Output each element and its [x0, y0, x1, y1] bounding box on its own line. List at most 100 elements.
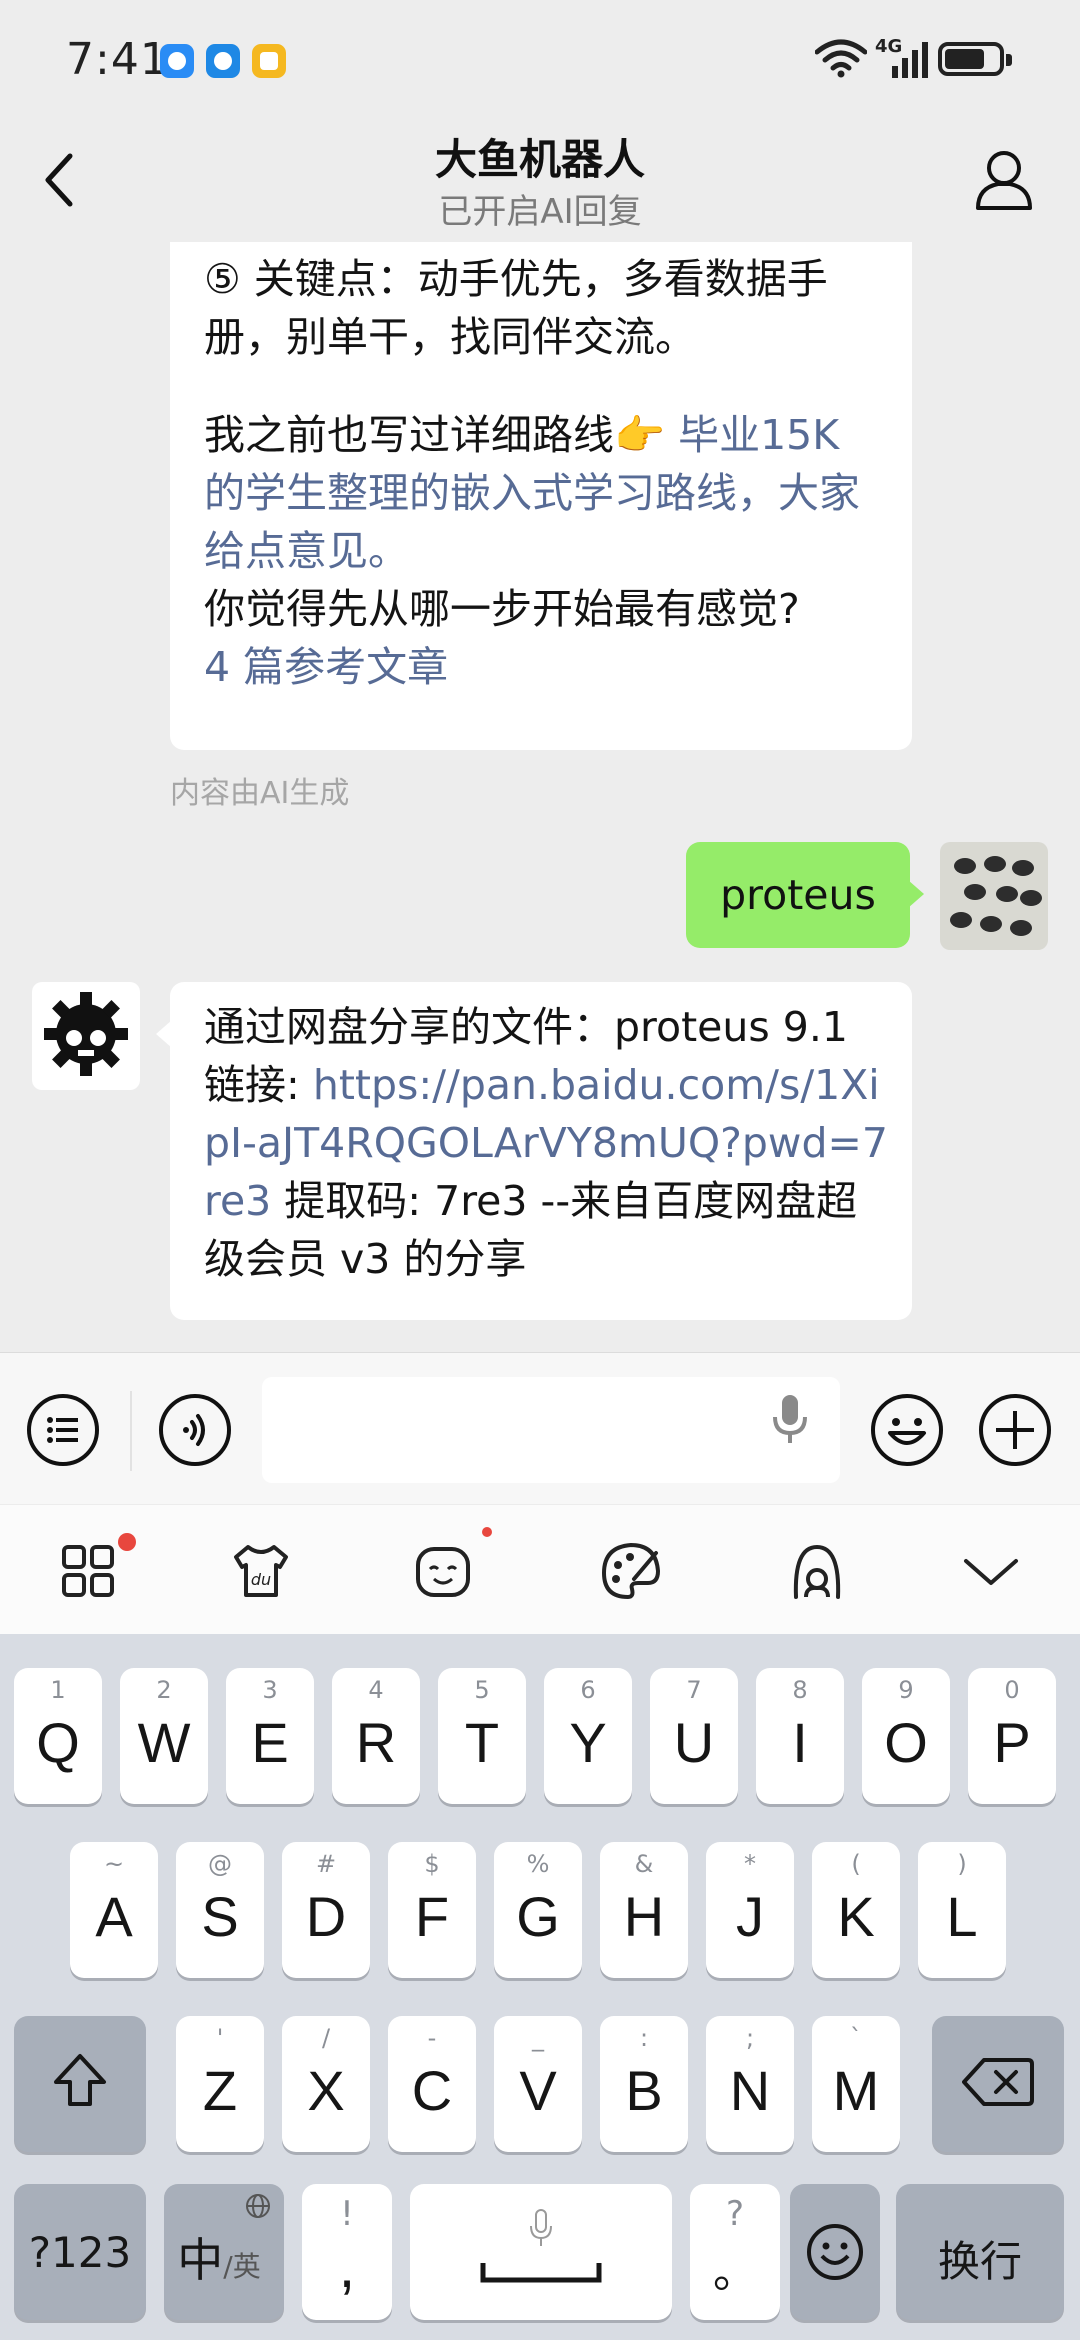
key-hint: & — [634, 1850, 654, 1878]
key-label: V — [519, 2059, 557, 2122]
key-y[interactable]: 6Y — [544, 1668, 632, 1804]
key-hint: ) — [957, 1850, 967, 1878]
key-h[interactable]: & H — [600, 1842, 688, 1978]
user-avatar[interactable] — [940, 842, 1048, 950]
apps-grid-icon[interactable] — [58, 1539, 124, 1605]
globe-icon — [246, 2194, 270, 2218]
key-f[interactable]: $ F — [388, 1842, 476, 1978]
notification-dot — [482, 1527, 492, 1537]
language-switch-key[interactable]: 中/英 — [164, 2184, 284, 2320]
key-a[interactable]: ~ A — [70, 1842, 158, 1978]
key-label: D — [305, 1885, 347, 1948]
voice-input-icon[interactable] — [158, 1393, 232, 1467]
bot-avatar[interactable] — [32, 982, 140, 1090]
skin-shirt-icon[interactable]: du — [228, 1539, 294, 1605]
key-hint: ; — [745, 2024, 755, 2052]
key-label: J — [736, 1885, 764, 1948]
key-hint: ` — [850, 2024, 862, 2052]
key-z[interactable]: ' Z — [176, 2016, 264, 2152]
key-o[interactable]: 9O — [862, 1668, 950, 1804]
emoji-icon[interactable] — [870, 1393, 944, 1467]
key-hint: 5 — [474, 1676, 490, 1704]
backspace-key[interactable] — [932, 2016, 1064, 2152]
space-bar-icon — [480, 2263, 602, 2283]
key-hint: ( — [851, 1850, 861, 1878]
space-key[interactable] — [410, 2184, 672, 2320]
key-label: Z — [202, 2059, 238, 2122]
key-b[interactable]: :B — [600, 2016, 688, 2152]
key-label: R — [355, 1711, 397, 1774]
key-w[interactable]: 2W — [120, 1668, 208, 1804]
key-c[interactable]: -C — [388, 2016, 476, 2152]
key-x[interactable]: / X — [282, 2016, 370, 2152]
key-s[interactable]: @ S — [176, 1842, 264, 1978]
enter-key[interactable]: 换行 — [896, 2184, 1064, 2320]
battery-icon — [938, 42, 1012, 76]
key-t[interactable]: 5T — [438, 1668, 526, 1804]
chat-area[interactable]: ⑤ 关键点：动手优先，多看数据手册，别单干，找同伴交流。 我之前也写过详细路线👉… — [0, 242, 1080, 1352]
key-label: F — [414, 1885, 450, 1948]
key-hint: 9 — [898, 1676, 914, 1704]
message-app-icon — [160, 44, 194, 78]
emoji-sticker-icon[interactable] — [412, 1539, 478, 1605]
key-hint: 7 — [686, 1676, 702, 1704]
key-hint: 6 — [580, 1676, 596, 1704]
handwriting-icon[interactable] — [784, 1539, 850, 1605]
key-label: P — [993, 1711, 1031, 1774]
message-text: ⑤ 关键点：动手优先，多看数据手册，别单干，找同伴交流。 — [204, 255, 828, 361]
microphone-icon[interactable] — [770, 1393, 810, 1447]
key-label: Q — [36, 1711, 80, 1774]
user-message-bubble[interactable]: proteus — [686, 842, 924, 948]
key-q[interactable]: 1Q — [14, 1668, 102, 1804]
period-key[interactable]: ? 。 — [690, 2184, 780, 2320]
key-v[interactable]: _ V — [494, 2016, 582, 2152]
message-input[interactable] — [262, 1377, 840, 1483]
emoji-key[interactable] — [790, 2184, 880, 2320]
menu-list-icon[interactable] — [26, 1393, 100, 1467]
shift-key[interactable] — [14, 2016, 146, 2152]
key-hint: 0 — [1004, 1676, 1020, 1704]
key-g[interactable]: % G — [494, 1842, 582, 1978]
signal-icon — [892, 42, 928, 78]
plus-icon[interactable] — [978, 1393, 1052, 1467]
wifi-icon — [815, 39, 867, 78]
key-label: N — [729, 2059, 771, 2122]
key-n[interactable]: ; N — [706, 2016, 794, 2152]
keyboard-toolbar: du — [0, 1504, 1080, 1634]
key-l[interactable]: ) L — [918, 1842, 1006, 1978]
key-label: L — [946, 1885, 978, 1948]
comma-key[interactable]: ! , — [302, 2184, 392, 2320]
key-d[interactable]: # D — [282, 1842, 370, 1978]
key-r[interactable]: 4R — [332, 1668, 420, 1804]
key-k[interactable]: (K — [812, 1842, 900, 1978]
numeric-key[interactable]: ?123 — [14, 2184, 146, 2320]
key-label: I — [792, 1711, 808, 1774]
palette-icon[interactable] — [598, 1539, 664, 1605]
key-hint: 3 — [262, 1676, 278, 1704]
microphone-icon — [530, 2209, 552, 2246]
bot-message-bubble[interactable]: ⑤ 关键点：动手优先，多看数据手册，别单干，找同伴交流。 我之前也写过详细路线👉… — [170, 242, 912, 750]
key-label: U — [673, 1711, 715, 1774]
profile-icon[interactable] — [972, 146, 1036, 216]
key-label: W — [137, 1711, 191, 1774]
chevron-down-icon[interactable] — [958, 1539, 1024, 1605]
key-hint: ' — [216, 2024, 224, 2052]
key-label: S — [201, 1885, 239, 1948]
key-j[interactable]: * J — [706, 1842, 794, 1978]
key-e[interactable]: 3E — [226, 1668, 314, 1804]
status-bar: 7:41 4G — [0, 0, 1080, 120]
key-hint: : — [639, 2024, 649, 2052]
key-m[interactable]: ` M — [812, 2016, 900, 2152]
key-p[interactable]: 0P — [968, 1668, 1056, 1804]
key-hint: 2 — [156, 1676, 172, 1704]
bot-message-bubble[interactable]: 通过网盘分享的文件：proteus 9.1 链接: https://pan.ba… — [156, 982, 912, 1320]
divider — [130, 1391, 132, 1471]
status-time: 7:41 — [66, 34, 169, 85]
chat-app-icon — [252, 44, 286, 78]
key-u[interactable]: 7U — [650, 1668, 738, 1804]
notification-dot — [118, 1533, 136, 1551]
references-link[interactable]: 4 篇参考文章 — [204, 638, 882, 696]
message-text: 你觉得先从哪一步开始最有感觉? — [204, 585, 800, 633]
key-i[interactable]: 8I — [756, 1668, 844, 1804]
emoji-icon — [807, 2224, 863, 2280]
